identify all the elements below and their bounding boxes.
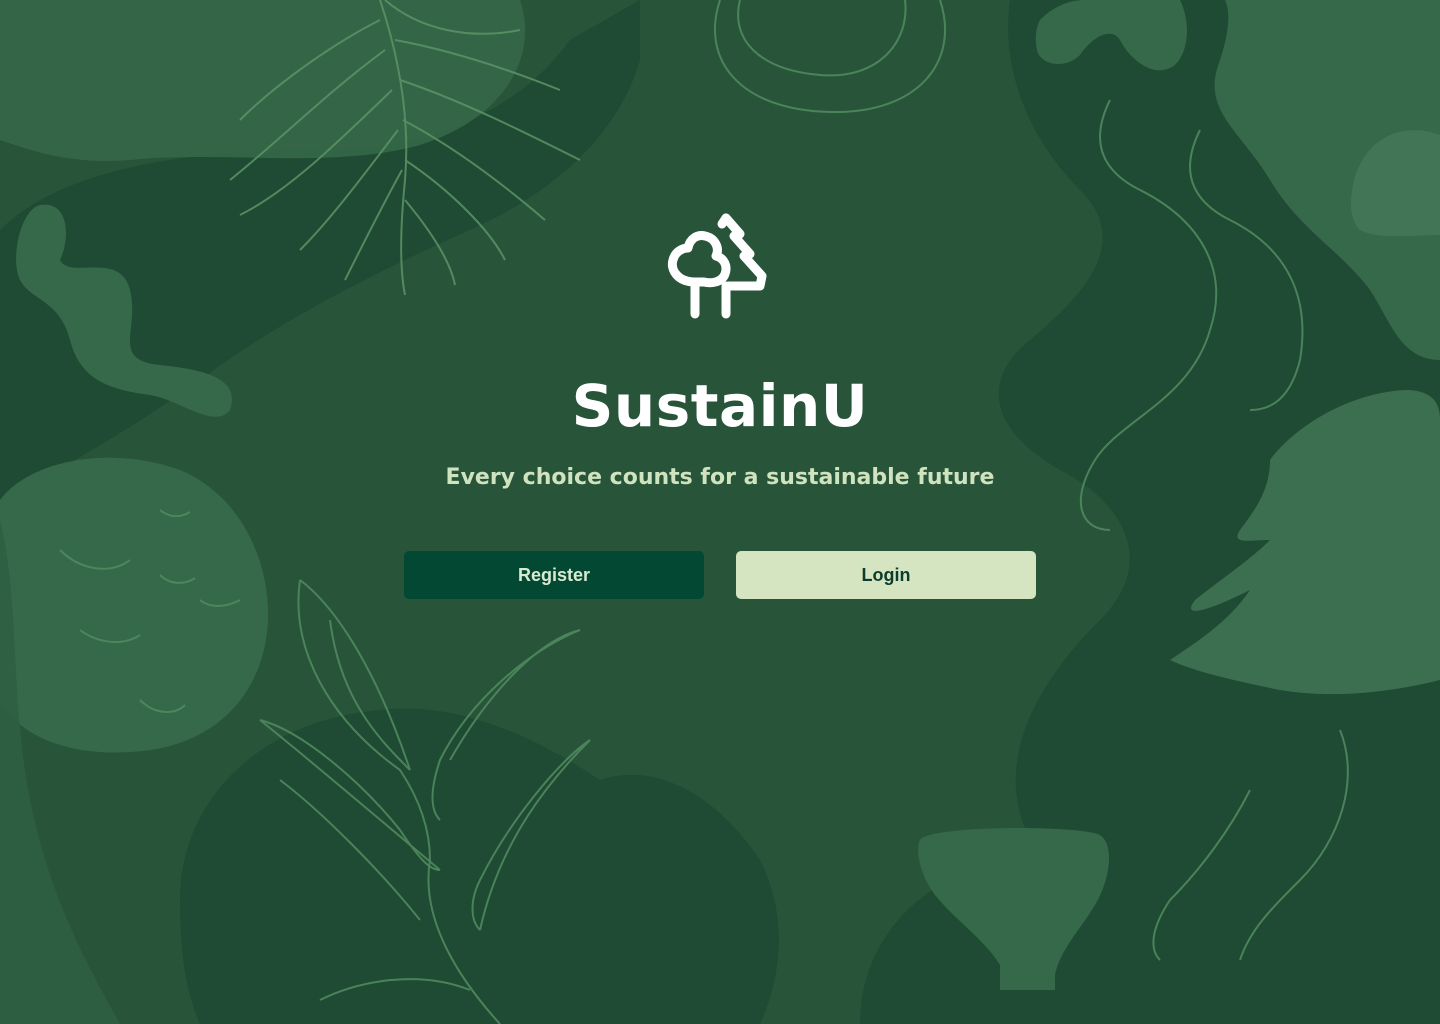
landing-content: SustainU Every choice counts for a susta…: [0, 0, 1440, 1024]
trees-icon: [667, 213, 767, 319]
app-title: SustainU: [571, 372, 869, 440]
register-button[interactable]: Register: [404, 551, 704, 599]
app-tagline: Every choice counts for a sustainable fu…: [445, 465, 995, 490]
login-button[interactable]: Login: [736, 551, 1036, 599]
